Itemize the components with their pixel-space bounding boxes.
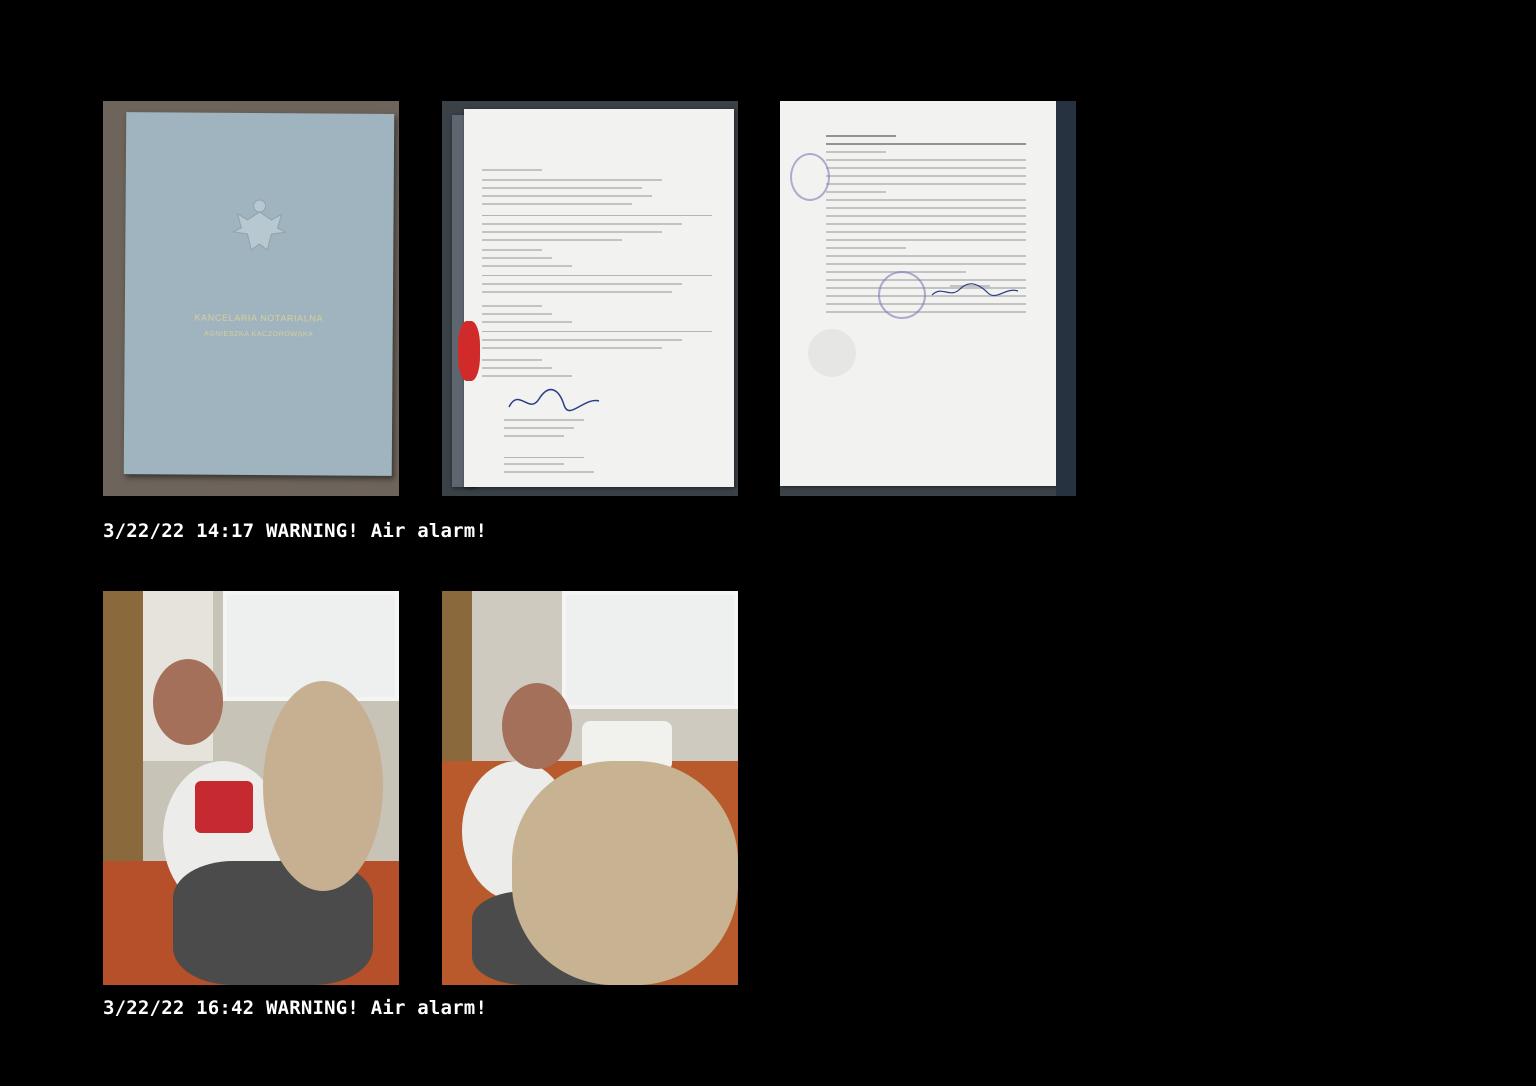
notary-seal-icon (878, 271, 926, 319)
signature-icon (508, 388, 600, 412)
photo-man-with-dog-2 (442, 591, 738, 985)
dog (512, 761, 738, 985)
window (562, 591, 738, 709)
red-seal-ribbon-icon (458, 321, 480, 381)
photo-notary-folder: KANCELARIA NOTARIALNA AGNIESZKA KACZOROW… (103, 101, 399, 496)
page-shadow (1056, 101, 1076, 496)
caption-air-alarm-2: 3/22/22 16:42 WARNING! Air alarm! (103, 997, 488, 1019)
folder-title: KANCELARIA NOTARIALNA (194, 312, 324, 324)
document-page (464, 109, 734, 487)
photo-translated-document (442, 101, 738, 496)
shirt-print (195, 781, 253, 833)
round-stamp-icon (790, 153, 830, 201)
photo-man-with-dog (103, 591, 399, 985)
signature-icon (931, 283, 1019, 297)
folder-cover: KANCELARIA NOTARIALNA AGNIESZKA KACZOROW… (123, 112, 395, 476)
dog (263, 681, 383, 891)
embossed-seal (808, 329, 856, 377)
man-head (153, 659, 223, 745)
certificate-page (780, 101, 1070, 486)
man-head (502, 683, 572, 769)
caption-air-alarm-1: 3/22/22 14:17 WARNING! Air alarm! (103, 520, 488, 542)
eagle-emblem-icon (231, 199, 288, 251)
photo-notarial-certificate (780, 101, 1076, 496)
